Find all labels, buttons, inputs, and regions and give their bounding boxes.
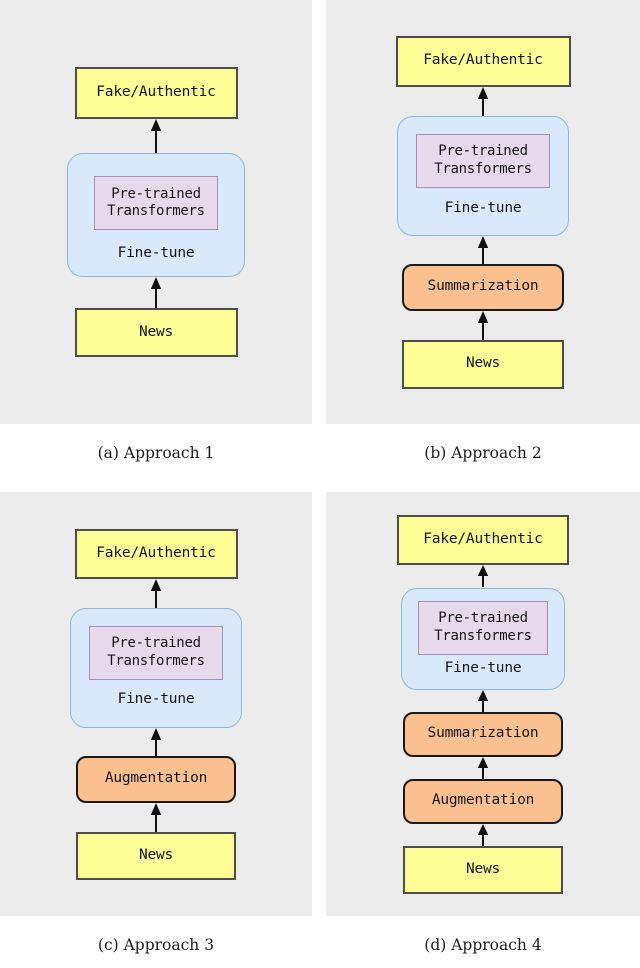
diagram-panel-c: News Augmentation Pre-trained Transforme… xyxy=(0,492,312,916)
node-output-c: Fake/Authentic xyxy=(74,528,238,579)
node-label: News xyxy=(138,323,174,340)
group-label-finetune-c: Fine-tune xyxy=(117,690,195,707)
group-label-finetune-d: Fine-tune xyxy=(444,659,522,676)
figure-grid: News Pre-trained Transformers Fine-tune xyxy=(0,0,640,968)
caption-d: (d) Approach 4 xyxy=(424,936,542,954)
node-pretrained-transformers-d: Pre-trained Transformers xyxy=(418,600,548,655)
figure-cell-b: News Summarization Pre-trained Transform… xyxy=(326,0,640,480)
node-output-b: Fake/Authentic xyxy=(395,35,571,87)
group-finetune-d: Pre-trained Transformers Fine-tune xyxy=(401,587,565,690)
node-label: Fake/Authentic xyxy=(96,84,216,101)
node-label: News xyxy=(465,860,501,877)
arrow-finetune-to-output-a xyxy=(148,119,164,153)
node-label-line2: Transformers xyxy=(107,652,205,669)
flow-c: News Augmentation Pre-trained Transforme… xyxy=(70,528,242,880)
flow-a: News Pre-trained Transformers Fine-tune xyxy=(67,67,245,357)
group-finetune-a: Pre-trained Transformers Fine-tune xyxy=(67,153,245,277)
arrow-news-to-summarization-b xyxy=(475,310,491,340)
arrow-augmentation-to-summarization-d xyxy=(475,756,491,779)
node-label: News xyxy=(138,846,174,863)
node-label-line1: Pre-trained xyxy=(111,185,201,202)
caption-b: (b) Approach 2 xyxy=(424,444,542,462)
arrow-finetune-to-output-c xyxy=(148,578,164,608)
arrow-summarization-to-finetune-b xyxy=(475,235,491,264)
arrow-finetune-to-output-d xyxy=(475,564,491,588)
diagram-panel-d: News Augmentation Summarization Pre-trai… xyxy=(326,492,640,916)
flow-d: News Augmentation Summarization Pre-trai… xyxy=(397,514,569,894)
node-label-line2: Transformers xyxy=(434,627,532,644)
node-label: Augmentation xyxy=(431,792,535,809)
node-summarization-b: Summarization xyxy=(402,263,564,311)
caption-a: (a) Approach 1 xyxy=(97,444,215,462)
node-pretrained-transformers-b: Pre-trained Transformers xyxy=(416,133,550,188)
node-augmentation-d: Augmentation xyxy=(403,778,563,824)
node-news-b: News xyxy=(402,339,564,389)
node-label: Fake/Authentic xyxy=(423,530,543,547)
node-label-line1: Pre-trained xyxy=(438,610,528,627)
group-label-finetune-a: Fine-tune xyxy=(117,245,195,261)
arrow-news-to-augmentation-c xyxy=(148,802,164,832)
node-news-a: News xyxy=(74,308,238,357)
node-summarization-d: Summarization xyxy=(403,711,563,757)
figure-cell-d: News Augmentation Summarization Pre-trai… xyxy=(326,492,640,968)
node-pretrained-transformers-a: Pre-trained Transformers xyxy=(94,176,218,230)
node-label: Summarization xyxy=(427,725,539,742)
node-label-line1: Pre-trained xyxy=(111,635,201,652)
node-output-a: Fake/Authentic xyxy=(74,67,238,119)
node-label: Fake/Authentic xyxy=(96,544,216,561)
group-finetune-c: Pre-trained Transformers Fine-tune xyxy=(70,607,242,728)
figure-cell-a: News Pre-trained Transformers Fine-tune xyxy=(0,0,312,480)
node-augmentation-c: Augmentation xyxy=(76,755,236,803)
caption-c: (c) Approach 3 xyxy=(97,936,215,954)
arrow-summarization-to-finetune-d xyxy=(475,689,491,712)
figure-cell-c: News Augmentation Pre-trained Transforme… xyxy=(0,492,312,968)
node-label-line1: Pre-trained xyxy=(438,143,528,160)
node-label: Summarization xyxy=(427,278,539,295)
arrow-news-to-augmentation-d xyxy=(475,823,491,846)
node-label: Augmentation xyxy=(104,770,208,787)
diagram-panel-b: News Summarization Pre-trained Transform… xyxy=(326,0,640,424)
arrow-augmentation-to-finetune-c xyxy=(148,727,164,756)
node-news-c: News xyxy=(76,831,236,880)
diagram-panel-a: News Pre-trained Transformers Fine-tune xyxy=(0,0,312,424)
group-finetune-b: Pre-trained Transformers Fine-tune xyxy=(397,115,569,236)
group-label-finetune-b: Fine-tune xyxy=(444,199,522,216)
node-label: News xyxy=(465,355,501,372)
node-output-d: Fake/Authentic xyxy=(397,514,569,565)
node-label-line2: Transformers xyxy=(107,203,205,219)
node-label: Fake/Authentic xyxy=(423,52,543,69)
node-pretrained-transformers-c: Pre-trained Transformers xyxy=(89,625,223,680)
node-label-line2: Transformers xyxy=(434,160,532,177)
arrow-news-to-finetune-a xyxy=(148,277,164,308)
node-news-d: News xyxy=(403,845,563,894)
arrow-finetune-to-output-b xyxy=(475,86,491,116)
flow-b: News Summarization Pre-trained Transform… xyxy=(395,35,571,389)
